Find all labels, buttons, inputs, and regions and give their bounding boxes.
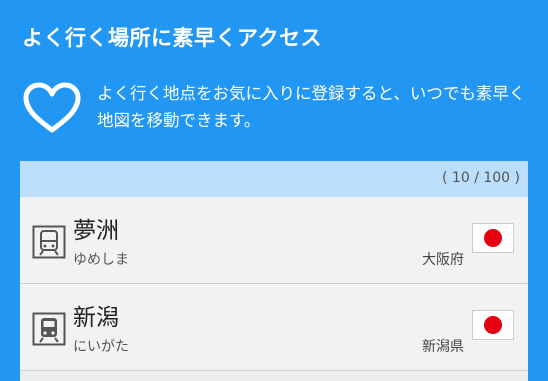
location-name: 新潟	[73, 305, 119, 331]
japan-flag-icon	[472, 223, 514, 253]
japan-flag-icon	[472, 310, 514, 340]
location-name: 夢洲	[73, 218, 119, 244]
location-prefecture: 新潟県	[422, 339, 464, 355]
favorites-count: ( 10 / 100 )	[442, 170, 520, 186]
heart-outline-icon	[23, 82, 81, 133]
page-title: よく行く場所に素早くアクセス	[22, 26, 322, 50]
train-station-outline-icon	[32, 225, 66, 259]
list-item[interactable]: 新潟 にいがた 新潟県	[20, 284, 528, 371]
list-item[interactable]: 夢洲 ゆめしま 大阪府	[20, 197, 528, 284]
favorites-list: ( 10 / 100 ) 夢洲 ゆめしま 大阪府 新潟 にいがた 新潟県	[20, 161, 528, 381]
feature-description: よく行く地点をお気に入りに登録すると、いつでも素早く地図を移動できます。	[97, 84, 526, 130]
train-station-filled-icon	[32, 312, 66, 346]
location-reading: にいがた	[73, 339, 129, 355]
list-header: ( 10 / 100 )	[20, 161, 528, 197]
location-reading: ゆめしま	[73, 252, 129, 268]
location-prefecture: 大阪府	[422, 252, 464, 268]
